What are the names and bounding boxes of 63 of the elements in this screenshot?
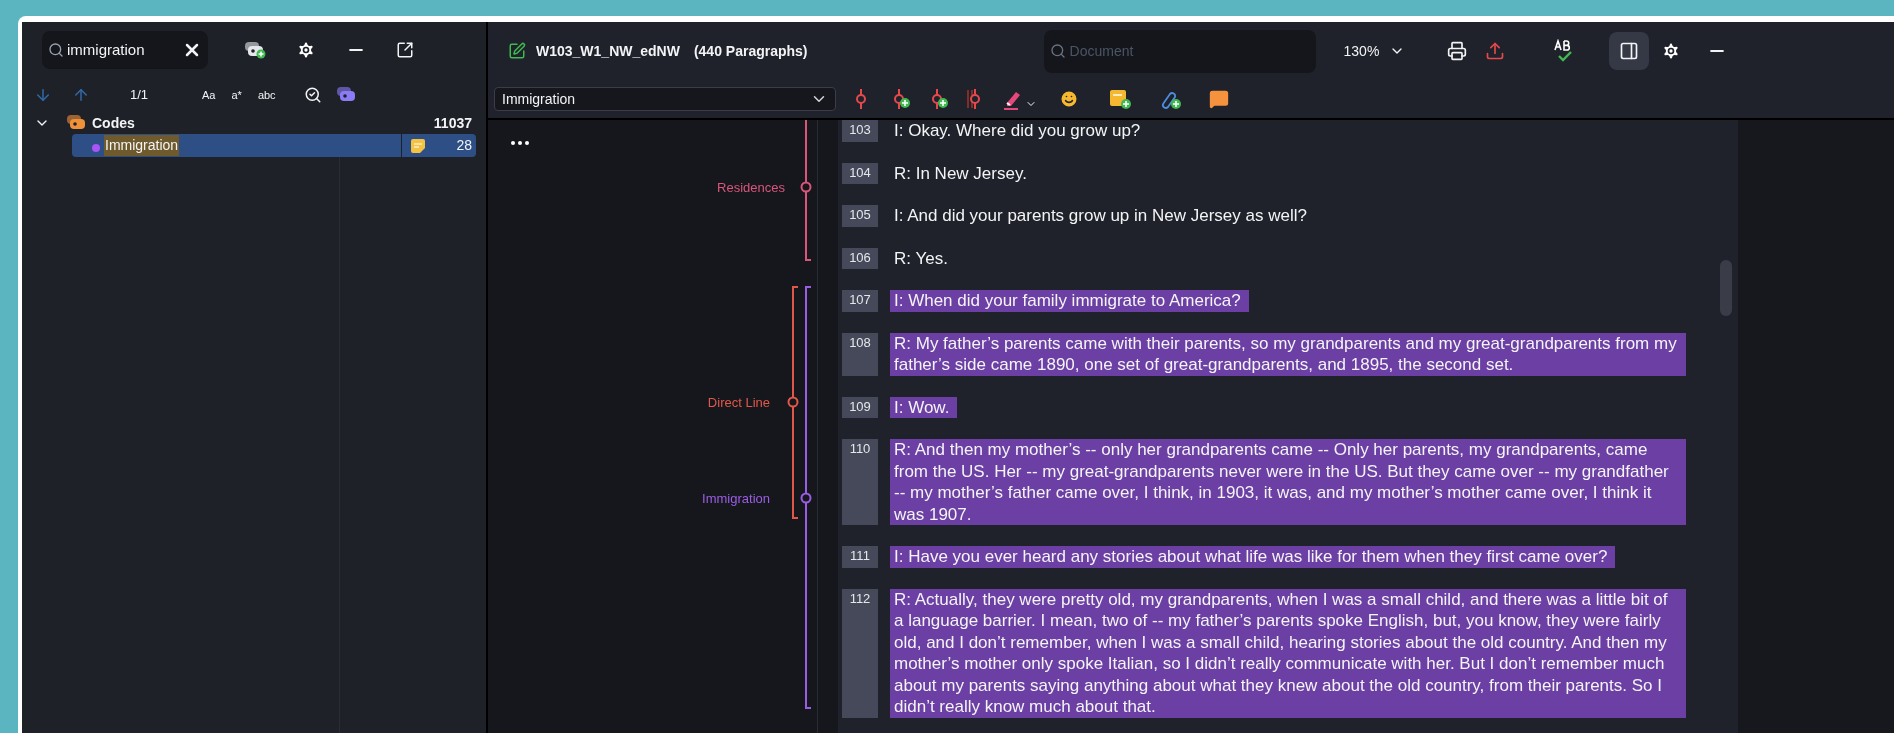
- paragraph-text: R: Actually, they were pretty old, my grandparents, when I was a small child, and there was a little bit of a language barrier. I mean, two of -- my father’s parents spoke English, but, you know, they were fairly old, and I don’t remember, when I was a small child, hearing stories about the old country. And then my mother’s mother only spoke Italian, so I didn’t really communicate with her. But I don’t remember much about my parents saying anything about what they knew about the old country, from their parents. So I didn’t really know much about that.: [894, 588, 1686, 718]
- paragraph-text: R: My father’s parents came with their parents, so my grandparents and my great-grandparents from my father’s side came 1890, one set of great-grandparents, and 1895, the second set.: [894, 332, 1686, 376]
- paragraph-text: R: Yes.: [894, 247, 948, 269]
- paragraph-number: 110: [842, 439, 878, 525]
- document-search-input[interactable]: Document: [1069, 40, 1270, 62]
- paragraph-number: 108: [842, 332, 878, 376]
- tree-item-label: Immigration: [104, 135, 180, 156]
- paragraph-number: 111: [842, 546, 878, 568]
- document-search-field[interactable]: Document: [1043, 29, 1316, 73]
- search-option-button[interactable]: abc: [255, 86, 278, 104]
- paragraph-number: 104: [842, 162, 878, 184]
- search-field[interactable]: immigration: [42, 31, 208, 69]
- paragraph-text: I: And did your parents grow up in New Jersey as well?: [894, 205, 1307, 227]
- tree-item[interactable]: Immigration 28: [72, 134, 476, 157]
- tree-item-count: 11037: [433, 113, 472, 133]
- document-title: W103_W1_NW_edNW: [536, 41, 680, 61]
- paragraph-text: I: When did your family immigrate to America?: [894, 290, 1249, 312]
- paragraph-text: I: Have you ever heard any stories about what life was like for them when they first came over?: [894, 546, 1616, 568]
- tree-item-count: 28: [455, 136, 472, 155]
- edit-document-icon[interactable]: [508, 42, 526, 60]
- paragraph-text: R: In New Jersey.: [894, 162, 1027, 184]
- match-count: 1/1: [130, 86, 150, 105]
- search-value: immigration: [67, 39, 146, 60]
- emoji-icon[interactable]: [1059, 89, 1079, 109]
- popout-icon[interactable]: [396, 41, 414, 59]
- code-bracket[interactable]: [800, 286, 812, 709]
- search-replace-icon[interactable]: [303, 86, 322, 104]
- code-bracket[interactable]: [800, 120, 812, 261]
- code-folder-icon[interactable]: [66, 114, 88, 132]
- paragraph-text: R: And then my mother’s -- only her grandparents came -- Only her parents, my grandparents, came from the US. Her -- my great-grandparents never were in the US. But they came over -- my grandfather -- my mother’s father came over, I think, in 1903, it was, and my mother’s mother came over, I think it was 1907.: [894, 439, 1686, 525]
- search-option-button[interactable]: Aa: [200, 86, 218, 104]
- paragraph-number: 103: [842, 120, 878, 142]
- paragraph-number: 107: [842, 290, 878, 312]
- side-panel-toggle[interactable]: [1609, 32, 1650, 70]
- more-icon[interactable]: [510, 140, 530, 146]
- search-option-button[interactable]: a*: [229, 86, 244, 104]
- zoom-dropdown[interactable]: 130%: [1343, 40, 1406, 62]
- paragraph-number: 106: [842, 247, 878, 269]
- paragraph-text: I: Wow.: [894, 396, 958, 418]
- add-code-icon[interactable]: [244, 41, 266, 59]
- paragraph-number: 112: [842, 588, 878, 718]
- code-bracket[interactable]: [787, 286, 799, 519]
- code-label[interactable]: Immigration: [702, 489, 770, 509]
- search-icon: [1049, 43, 1066, 59]
- arrow-down-icon[interactable]: [34, 86, 52, 104]
- add-memo-icon[interactable]: [1109, 88, 1133, 110]
- code-label[interactable]: Direct Line: [707, 393, 770, 413]
- side-panel-icon: [1619, 41, 1640, 61]
- search-icon: [48, 42, 64, 58]
- settings-icon[interactable]: [296, 40, 316, 60]
- tree-item-label[interactable]: Codes: [92, 112, 434, 134]
- paragraph-text: I: Okay. Where did you grow up?: [894, 120, 1141, 142]
- code-label[interactable]: Residences: [717, 178, 785, 198]
- code-select-dropdown[interactable]: Immigration: [494, 87, 836, 111]
- scrollbar-thumb[interactable]: [1720, 260, 1732, 316]
- paragraph-count: (440 Paragraphs): [693, 41, 808, 61]
- comment-icon[interactable]: [1209, 89, 1229, 109]
- memo-icon[interactable]: [410, 137, 426, 154]
- upload-icon[interactable]: [1485, 41, 1506, 61]
- print-icon[interactable]: [1447, 41, 1468, 61]
- paragraph-number: 105: [842, 205, 878, 227]
- paragraph-number: 109: [842, 396, 878, 418]
- codes-icon[interactable]: [335, 86, 358, 104]
